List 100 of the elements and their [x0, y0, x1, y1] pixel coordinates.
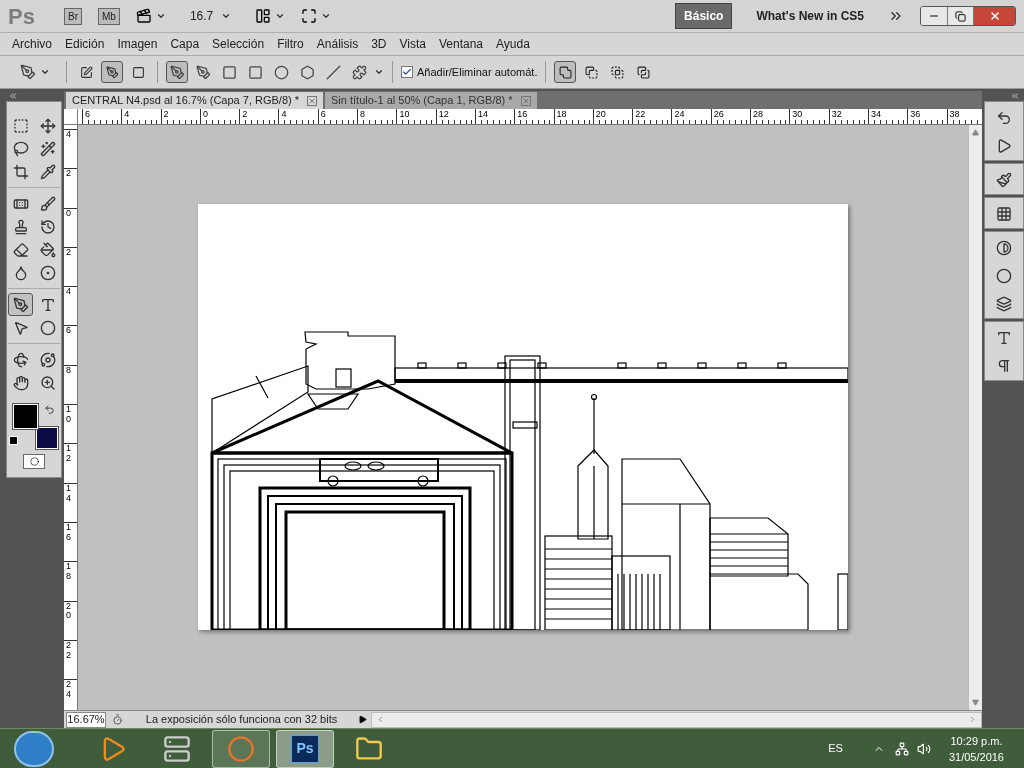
pointer-icon — [12, 319, 29, 336]
rounded-rectangle-icon — [247, 64, 263, 80]
auto-add-delete-checkbox[interactable]: Añadir/Eliminar automát. — [401, 63, 538, 81]
app-logo: Ps — [8, 2, 36, 31]
layout-icon — [255, 8, 272, 24]
squares-subtract-icon — [584, 65, 598, 79]
pen-icon — [12, 296, 29, 313]
document-tab[interactable]: Sin título-1 al 50% (Capa 1, RGB/8) * — [325, 92, 537, 109]
menu-item[interactable]: Ayuda — [490, 35, 536, 53]
screen-mode-icon — [301, 8, 318, 24]
close-icon — [988, 10, 1001, 22]
taskbar-button[interactable] — [212, 729, 270, 768]
menu-item[interactable]: Edición — [59, 35, 111, 53]
view-extras-button[interactable] — [135, 8, 166, 24]
close-button[interactable] — [973, 7, 1015, 25]
scroll-up-icon[interactable] — [972, 129, 979, 136]
grid-icon — [996, 206, 1012, 222]
ruler-label: 2 — [65, 247, 72, 258]
menu-item[interactable]: Archivo — [6, 35, 58, 53]
menu-item[interactable]: Análisis — [310, 35, 365, 53]
orbit-icon — [39, 351, 56, 368]
restore-button[interactable] — [947, 7, 973, 25]
ruler-label: 18 — [555, 109, 568, 120]
vertical-scrollbar[interactable] — [968, 125, 982, 710]
clock[interactable]: 10:29 p.m. 31/05/2016 — [948, 732, 1004, 765]
default-colors-icon[interactable] — [9, 436, 18, 445]
workspace-button[interactable]: What's New in CS5 — [748, 4, 872, 28]
history-icon — [996, 110, 1012, 126]
menu-item[interactable]: Filtro — [271, 35, 310, 53]
mask-icon — [996, 268, 1012, 284]
network-icon[interactable] — [894, 741, 909, 756]
app-icon: Ps — [291, 734, 319, 763]
tool-button[interactable] — [8, 293, 33, 316]
puzzle-icon — [351, 64, 367, 80]
ruler-label: 10 — [65, 405, 72, 425]
pilcrow-icon — [996, 358, 1012, 374]
menu-item[interactable]: Capa — [164, 35, 206, 53]
play-icon[interactable] — [358, 715, 367, 724]
caret-icon — [221, 11, 232, 21]
ruler-label: 2 — [162, 109, 170, 120]
menu-item[interactable]: Ventana — [432, 35, 489, 53]
ruler-label: 16 — [516, 109, 529, 120]
ruler-label: 14 — [65, 483, 72, 504]
ruler-label: 20 — [594, 109, 607, 120]
move-icon — [39, 117, 56, 134]
history-icon — [39, 218, 56, 235]
zoom-field[interactable]: 16.67% — [66, 711, 106, 728]
scroll-down-icon[interactable] — [972, 699, 979, 706]
taskbar-button[interactable]: Ps — [276, 729, 334, 768]
minimize-button[interactable] — [921, 7, 947, 25]
checkbox[interactable] — [401, 66, 413, 78]
shape-layer-icon — [79, 65, 93, 79]
ruler-label: 28 — [752, 109, 765, 120]
ruler-label: 24 — [65, 680, 72, 700]
eraser-icon — [12, 241, 29, 258]
collapse-icon[interactable] — [1010, 91, 1020, 101]
freeform-pen-icon — [195, 64, 211, 80]
combine-mode-button[interactable] — [554, 61, 577, 83]
menu-item[interactable]: Imagen — [111, 35, 164, 53]
film-icon — [135, 8, 152, 24]
background-color-swatch[interactable] — [36, 427, 58, 449]
folder-icon — [355, 734, 383, 763]
menu-item[interactable]: Vista — [393, 35, 432, 53]
squares-exclude-icon — [636, 65, 650, 79]
layers-icon — [996, 296, 1012, 312]
globe-icon — [227, 734, 255, 763]
ruler-label: 22 — [634, 109, 647, 120]
circle-icon — [29, 457, 39, 466]
close-icon[interactable] — [307, 95, 318, 106]
draw-tool-button[interactable] — [166, 61, 188, 83]
document-tab[interactable]: CENTRAL N4.psd al 16.7% (Capa 7, RGB/8) * — [66, 92, 324, 109]
menu-item[interactable]: 3D — [365, 35, 393, 53]
foreground-color-swatch[interactable] — [13, 404, 38, 429]
ruler-label: 10 — [398, 109, 411, 120]
ruler-label: 22 — [65, 640, 72, 661]
caret-icon — [374, 67, 384, 77]
timer-icon — [112, 714, 123, 725]
ruler-label: 2 — [65, 169, 72, 180]
ruler-label: 8 — [65, 365, 72, 376]
start-button[interactable] — [14, 730, 54, 767]
path-mode-button[interactable] — [101, 61, 123, 83]
collapse-icon[interactable] — [8, 91, 18, 101]
ruler-label: 4 — [65, 287, 72, 298]
arrange-button[interactable] — [255, 8, 286, 24]
launcher-button[interactable]: Br — [64, 7, 82, 25]
wand-icon — [39, 140, 56, 157]
swap-colors-icon[interactable] — [44, 404, 55, 415]
tool-preset-button[interactable] — [20, 64, 50, 80]
language-indicator[interactable]: ES — [828, 740, 843, 757]
volume-icon[interactable] — [916, 741, 931, 756]
workspace-button[interactable]: Básico — [675, 3, 733, 29]
ruler-label: 4 — [123, 109, 131, 120]
ruler-label: 18 — [65, 562, 72, 583]
menu-item[interactable]: Selección — [206, 35, 271, 53]
path-icon — [105, 65, 119, 79]
launcher-button[interactable]: Mb — [98, 7, 120, 25]
quick-mask-button[interactable] — [23, 454, 45, 469]
squares-intersect-icon — [610, 65, 624, 79]
screen-mode-button[interactable] — [301, 8, 332, 24]
zoom-dropdown[interactable]: 16.7 — [181, 7, 240, 25]
